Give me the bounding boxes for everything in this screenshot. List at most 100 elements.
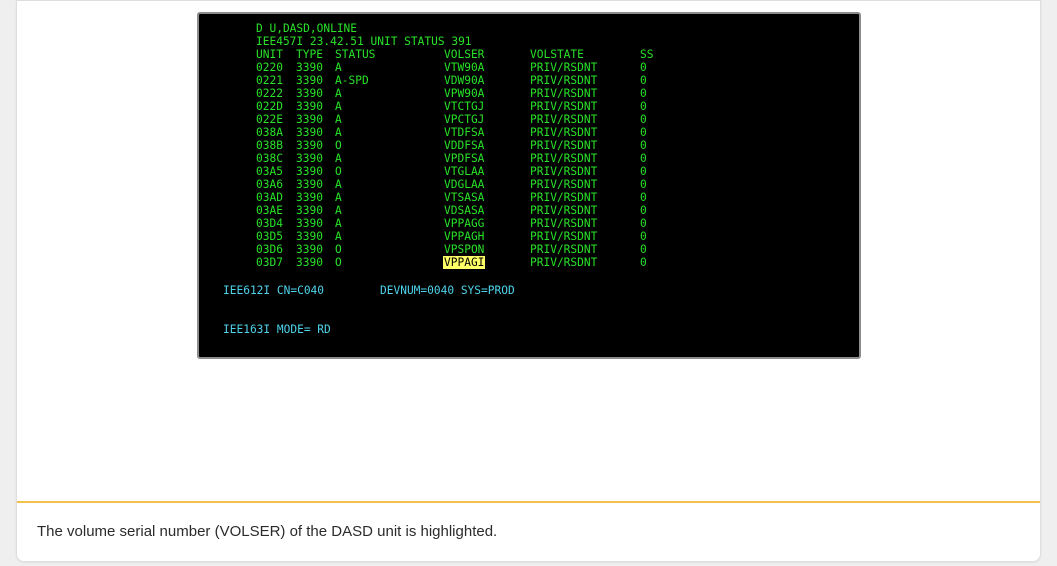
- cell-unit: 03AE: [256, 204, 283, 217]
- cell-ss: 0: [640, 243, 647, 256]
- table-row: 03D6 3390 O VPSPON PRIV/RSDNT 0: [256, 243, 647, 256]
- cell-unit: 0222: [256, 87, 283, 100]
- cell-ss: 0: [640, 139, 647, 152]
- table-row: 038C 3390 A VPDFSA PRIV/RSDNT 0: [256, 152, 647, 165]
- cell-volstate: PRIV/RSDNT: [530, 139, 598, 152]
- cell-type: 3390: [296, 126, 323, 139]
- table-row: 03A6 3390 A VDGLAA PRIV/RSDNT 0: [256, 178, 647, 191]
- cell-unit: 038B: [256, 139, 283, 152]
- cell-volser: VTW90A: [444, 61, 485, 74]
- cell-volser: VPPAGG: [444, 217, 485, 230]
- cell-ss: 0: [640, 100, 647, 113]
- cell-volstate: PRIV/RSDNT: [530, 74, 598, 87]
- cell-type: 3390: [296, 113, 323, 126]
- table-row: 0222 3390 A VPW90A PRIV/RSDNT 0: [256, 87, 647, 100]
- column-header-unit: UNIT: [256, 48, 283, 61]
- cell-volser: VPDFSA: [444, 152, 485, 165]
- cell-unit: 022E: [256, 113, 283, 126]
- cell-type: 3390: [296, 87, 323, 100]
- table-row: 022D 3390 A VTCTGJ PRIV/RSDNT 0: [256, 100, 647, 113]
- table-body: 0220 3390 A VTW90A PRIV/RSDNT 0 0221 3390 A-SPD V…: [256, 61, 647, 269]
- terminal-screen[interactable]: D U,DASD,ONLINE IEE457I 23.42.51 UNIT ST…: [197, 12, 861, 359]
- cell-unit: 0220: [256, 61, 283, 74]
- cell-unit: 03D5: [256, 230, 283, 243]
- status-header: IEE457I 23.42.51 UNIT STATUS 391: [256, 35, 472, 48]
- table-row: 038A 3390 A VTDFSA PRIV/RSDNT 0: [256, 126, 647, 139]
- cell-type: 3390: [296, 230, 323, 243]
- cell-ss: 0: [640, 191, 647, 204]
- cell-type: 3390: [296, 178, 323, 191]
- cell-status: O: [335, 256, 342, 269]
- unit-status-table: UNIT TYPE STATUS VOLSER VOLSTATE SS 0220…: [256, 48, 653, 269]
- cell-status: A: [335, 61, 342, 74]
- table-row: 03D5 3390 A VPPAGH PRIV/RSDNT 0: [256, 230, 647, 243]
- cell-status: O: [335, 139, 342, 152]
- column-header-volstate: VOLSTATE: [530, 48, 584, 61]
- caption-text: The volume serial number (VOLSER) of the…: [37, 523, 498, 540]
- cell-type: 3390: [296, 165, 323, 178]
- cell-unit: 03D7: [256, 256, 283, 269]
- message-devnum: DEVNUM=0040 SYS=PROD: [380, 284, 515, 297]
- divider: [17, 501, 1040, 503]
- cell-unit: 03D6: [256, 243, 283, 256]
- cell-ss: 0: [640, 87, 647, 100]
- cell-type: 3390: [296, 74, 323, 87]
- cell-volstate: PRIV/RSDNT: [530, 165, 598, 178]
- cell-unit: 0221: [256, 74, 283, 87]
- table-row: 038B 3390 O VDDFSA PRIV/RSDNT 0: [256, 139, 647, 152]
- cell-volstate: PRIV/RSDNT: [530, 204, 598, 217]
- cell-unit: 038C: [256, 152, 283, 165]
- cell-status: A: [335, 87, 342, 100]
- cell-volser: VTCTGJ: [444, 100, 485, 113]
- cell-volser: VPCTGJ: [444, 113, 485, 126]
- cell-volstate: PRIV/RSDNT: [530, 243, 598, 256]
- cell-unit: 022D: [256, 100, 283, 113]
- cell-type: 3390: [296, 152, 323, 165]
- cell-ss: 0: [640, 61, 647, 74]
- column-header-status: STATUS: [335, 48, 376, 61]
- cell-volser: VDDFSA: [444, 139, 485, 152]
- cell-volstate: PRIV/RSDNT: [530, 191, 598, 204]
- table-header: UNIT TYPE STATUS VOLSER VOLSTATE SS: [256, 48, 653, 61]
- cell-ss: 0: [640, 152, 647, 165]
- cell-status: A: [335, 191, 342, 204]
- cell-ss: 0: [640, 256, 647, 269]
- cell-volser: VPSPON: [444, 243, 485, 256]
- cell-volser: VDW90A: [444, 74, 485, 87]
- cell-ss: 0: [640, 217, 647, 230]
- cell-type: 3390: [296, 100, 323, 113]
- cell-volstate: PRIV/RSDNT: [530, 217, 598, 230]
- cell-unit: 03D4: [256, 217, 283, 230]
- cell-ss: 0: [640, 126, 647, 139]
- cell-volstate: PRIV/RSDNT: [530, 178, 598, 191]
- table-row: 03D7 3390 O VPPAGI PRIV/RSDNT 0: [256, 256, 647, 269]
- cell-type: 3390: [296, 243, 323, 256]
- cell-status: A: [335, 152, 342, 165]
- cell-status: O: [335, 165, 342, 178]
- cell-unit: 03A5: [256, 165, 283, 178]
- cell-volstate: PRIV/RSDNT: [530, 61, 598, 74]
- cell-ss: 0: [640, 165, 647, 178]
- cell-volser: VTDFSA: [444, 126, 485, 139]
- table-row: 0221 3390 A-SPD VDW90A PRIV/RSDNT 0: [256, 74, 647, 87]
- cell-status: A: [335, 217, 342, 230]
- message-cn: IEE612I CN=C040: [223, 284, 325, 297]
- cell-status: A: [335, 100, 342, 113]
- cell-volser: VDSASA: [444, 204, 485, 217]
- cell-type: 3390: [296, 256, 323, 269]
- cell-type: 3390: [296, 61, 323, 74]
- cell-type: 3390: [296, 217, 323, 230]
- cell-status: O: [335, 243, 342, 256]
- cell-volstate: PRIV/RSDNT: [530, 113, 598, 126]
- cell-status: A-SPD: [335, 74, 369, 87]
- cell-ss: 0: [640, 230, 647, 243]
- cell-type: 3390: [296, 204, 323, 217]
- column-header-ss: SS: [640, 48, 654, 61]
- table-row: 03D4 3390 A VPPAGG PRIV/RSDNT 0: [256, 217, 647, 230]
- cell-volstate: PRIV/RSDNT: [530, 256, 598, 269]
- table-row: 03AD 3390 A VTSASA PRIV/RSDNT 0: [256, 191, 647, 204]
- cell-status: A: [335, 178, 342, 191]
- cell-ss: 0: [640, 113, 647, 126]
- cell-ss: 0: [640, 74, 647, 87]
- cell-unit: 03AD: [256, 191, 283, 204]
